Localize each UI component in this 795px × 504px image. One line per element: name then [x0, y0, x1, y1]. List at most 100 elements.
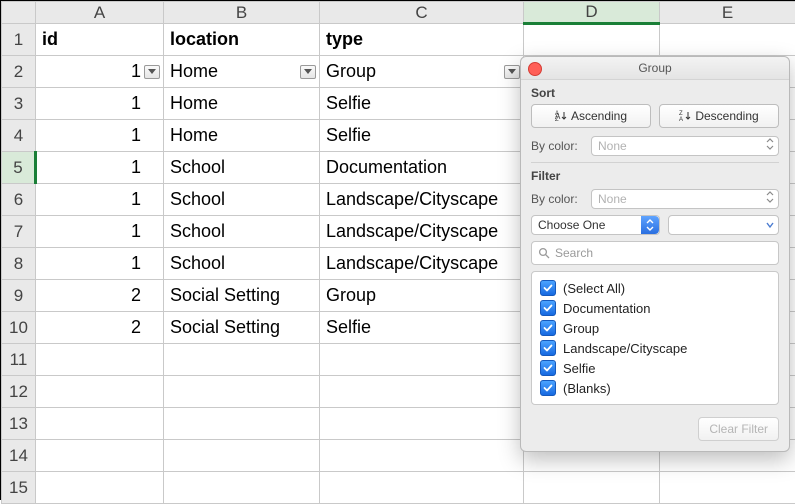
row-header-9[interactable]: 9: [2, 280, 36, 312]
cell[interactable]: Selfie: [320, 88, 524, 120]
cell[interactable]: id: [36, 24, 164, 56]
filter-check-item[interactable]: (Select All): [540, 278, 770, 298]
cell[interactable]: Social Setting: [164, 280, 320, 312]
row-header-4[interactable]: 4: [2, 120, 36, 152]
cell-value: 1: [131, 253, 141, 274]
cell[interactable]: [36, 440, 164, 472]
cell[interactable]: [320, 440, 524, 472]
cell[interactable]: Home: [164, 56, 320, 88]
row-header-13[interactable]: 13: [2, 408, 36, 440]
cell[interactable]: type: [320, 24, 524, 56]
cell[interactable]: Home: [164, 88, 320, 120]
filter-value-select[interactable]: [668, 215, 779, 235]
row-header-8[interactable]: 8: [2, 248, 36, 280]
filter-check-item[interactable]: Group: [540, 318, 770, 338]
column-title: location: [170, 29, 239, 50]
column-header-A[interactable]: A: [36, 2, 164, 24]
cell[interactable]: Landscape/Cityscape: [320, 216, 524, 248]
filter-dropdown-A[interactable]: [144, 65, 160, 79]
filter-search-input[interactable]: Search: [531, 241, 779, 265]
cell[interactable]: [36, 408, 164, 440]
cell[interactable]: [164, 408, 320, 440]
row-header-15[interactable]: 15: [2, 472, 36, 504]
row-header-1[interactable]: 1: [2, 24, 36, 56]
cell[interactable]: [164, 472, 320, 504]
cell[interactable]: location: [164, 24, 320, 56]
cell[interactable]: Selfie: [320, 120, 524, 152]
sort-ascending-label: Ascending: [571, 109, 627, 123]
filter-check-item[interactable]: (Blanks): [540, 378, 770, 398]
row-header-6[interactable]: 6: [2, 184, 36, 216]
cell[interactable]: Landscape/Cityscape: [320, 184, 524, 216]
filter-by-color-select[interactable]: None: [591, 189, 779, 209]
panel-title: Group: [638, 61, 671, 75]
cell[interactable]: Selfie: [320, 312, 524, 344]
cell-value: 1: [131, 125, 141, 146]
cell[interactable]: Home: [164, 120, 320, 152]
row-header-10[interactable]: 10: [2, 312, 36, 344]
cell[interactable]: [660, 24, 795, 56]
filter-dropdown-C[interactable]: [504, 65, 520, 79]
row-header-12[interactable]: 12: [2, 376, 36, 408]
column-header-C[interactable]: C: [320, 2, 524, 24]
cell-value: Social Setting: [170, 285, 280, 306]
column-header-B[interactable]: B: [164, 2, 320, 24]
filter-check-item[interactable]: Landscape/Cityscape: [540, 338, 770, 358]
svg-text:A: A: [679, 117, 683, 122]
cell-value: 1: [131, 157, 141, 178]
filter-dropdown-B[interactable]: [300, 65, 316, 79]
cell[interactable]: 1: [36, 56, 164, 88]
cell[interactable]: 2: [36, 280, 164, 312]
cell[interactable]: Group: [320, 280, 524, 312]
row-header-5[interactable]: 5: [2, 152, 36, 184]
panel-titlebar[interactable]: Group: [521, 57, 789, 80]
cell[interactable]: 1: [36, 88, 164, 120]
filter-operator-select[interactable]: Choose One: [531, 215, 660, 235]
cell[interactable]: [164, 376, 320, 408]
cell[interactable]: 2: [36, 312, 164, 344]
close-icon[interactable]: [528, 62, 542, 76]
cell[interactable]: [164, 344, 320, 376]
cell-value: Home: [170, 61, 218, 82]
column-header-D[interactable]: D: [524, 2, 660, 24]
cell[interactable]: [36, 344, 164, 376]
cell[interactable]: 1: [36, 216, 164, 248]
cell[interactable]: [660, 472, 795, 504]
cell[interactable]: Documentation: [320, 152, 524, 184]
sort-descending-button[interactable]: Z A Descending: [659, 104, 779, 128]
sort-ascending-button[interactable]: A A Z Ascending: [531, 104, 651, 128]
row-header-11[interactable]: 11: [2, 344, 36, 376]
cell[interactable]: Landscape/Cityscape: [320, 248, 524, 280]
cell[interactable]: Group: [320, 56, 524, 88]
cell[interactable]: 1: [36, 152, 164, 184]
cell[interactable]: [36, 472, 164, 504]
cell[interactable]: 1: [36, 120, 164, 152]
sort-by-color-select[interactable]: None: [591, 136, 779, 156]
clear-filter-button[interactable]: Clear Filter: [698, 417, 779, 441]
cell[interactable]: [524, 472, 660, 504]
cell[interactable]: [320, 344, 524, 376]
cell[interactable]: [164, 440, 320, 472]
row-header-2[interactable]: 2: [2, 56, 36, 88]
cell[interactable]: School: [164, 216, 320, 248]
row-header-14[interactable]: 14: [2, 440, 36, 472]
cell[interactable]: [36, 376, 164, 408]
row-header-3[interactable]: 3: [2, 88, 36, 120]
column-header-E[interactable]: E: [660, 2, 795, 24]
cell[interactable]: School: [164, 184, 320, 216]
row-header-7[interactable]: 7: [2, 216, 36, 248]
cell-value: Landscape/Cityscape: [326, 253, 498, 274]
cell[interactable]: 1: [36, 248, 164, 280]
select-all-corner[interactable]: [2, 2, 36, 24]
cell[interactable]: School: [164, 152, 320, 184]
filter-check-item[interactable]: Selfie: [540, 358, 770, 378]
cell[interactable]: Social Setting: [164, 312, 320, 344]
cell[interactable]: [524, 24, 660, 56]
cell[interactable]: 1: [36, 184, 164, 216]
cell[interactable]: [320, 408, 524, 440]
cell[interactable]: School: [164, 248, 320, 280]
filter-check-item[interactable]: Documentation: [540, 298, 770, 318]
cell[interactable]: [320, 472, 524, 504]
chevron-down-icon: [766, 216, 774, 234]
cell[interactable]: [320, 376, 524, 408]
